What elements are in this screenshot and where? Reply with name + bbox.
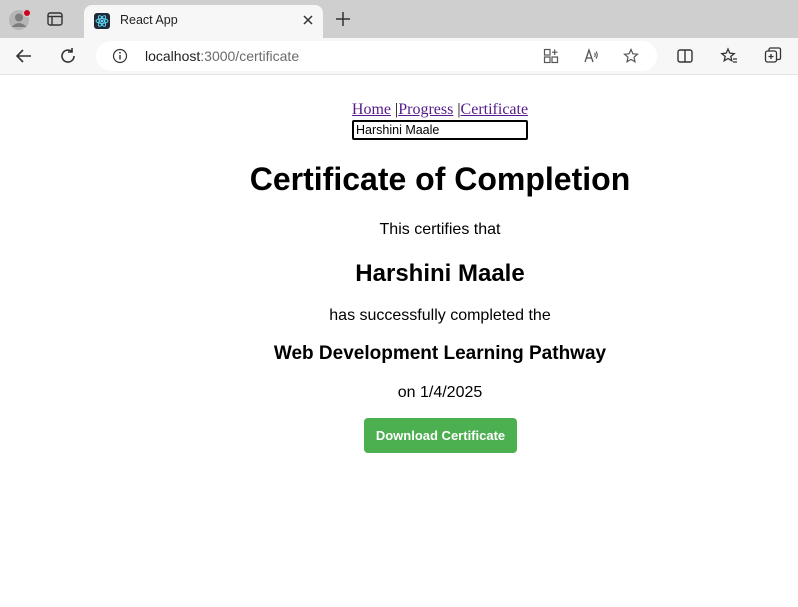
tab-strip: React App — [0, 0, 798, 38]
recipient-name: Harshini Maale — [355, 260, 525, 287]
back-icon[interactable] — [14, 46, 34, 66]
download-certificate-button[interactable]: Download Certificate — [364, 418, 517, 453]
top-nav: Home |Progress |Certificate — [0, 101, 798, 119]
name-input[interactable] — [352, 120, 528, 140]
favorites-icon[interactable] — [719, 46, 739, 66]
nav-link-progress[interactable]: Progress — [398, 101, 453, 118]
collections-icon[interactable] — [763, 46, 783, 66]
completion-date: on 1/4/2025 — [397, 384, 483, 401]
url-path: :3000/certificate — [200, 48, 300, 64]
address-bar[interactable]: localhost:3000/certificate — [96, 41, 657, 71]
url-text[interactable]: localhost:3000/certificate — [145, 48, 299, 64]
profile-icon[interactable] — [8, 9, 31, 31]
certificate-title: Certificate of Completion — [249, 161, 631, 197]
star-icon[interactable] — [623, 48, 639, 64]
react-favicon-icon — [94, 13, 110, 29]
apps-icon[interactable] — [543, 48, 559, 64]
refresh-icon[interactable] — [58, 46, 78, 66]
tab-title: React App — [120, 13, 178, 27]
browser-toolbar: localhost:3000/certificate — [0, 38, 798, 75]
read-aloud-icon[interactable] — [583, 47, 599, 64]
completed-text: has successfully completed the — [329, 307, 551, 324]
page-content: Home |Progress |Certificate Certificate … — [0, 75, 798, 607]
nav-link-certificate[interactable]: Certificate — [461, 101, 529, 118]
plus-icon[interactable] — [335, 11, 351, 27]
certifies-text: This certifies that — [379, 221, 501, 238]
tab-actions-icon[interactable] — [46, 10, 64, 28]
nav-separator: | — [453, 101, 461, 118]
split-screen-icon[interactable] — [675, 46, 695, 66]
close-icon[interactable] — [301, 13, 315, 27]
url-host: localhost — [145, 48, 201, 64]
info-icon[interactable] — [112, 48, 128, 64]
nav-link-home[interactable]: Home — [352, 101, 391, 118]
browser-tab[interactable]: React App — [84, 5, 323, 38]
pathway-name: Web Development Learning Pathway — [273, 343, 607, 364]
